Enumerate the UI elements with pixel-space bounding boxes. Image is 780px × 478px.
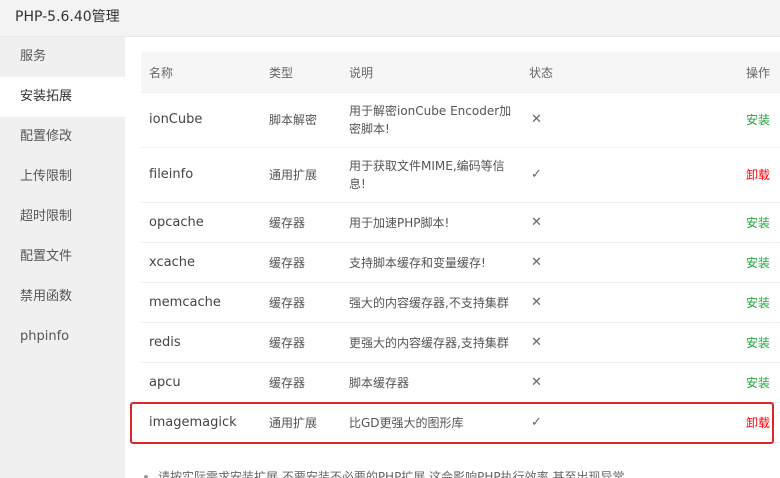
extension-type: 缓存器: [261, 282, 341, 323]
table-row: opcache 缓存器 用于加速PHP脚本! ✕ 安装: [141, 202, 780, 243]
notice-text: 请按实际需求安装扩展,不要安装不必要的PHP扩展,这会影响PHP执行效率,甚至出…: [144, 467, 774, 478]
install-button[interactable]: 安装: [746, 113, 770, 127]
sidebar-item-phpinfo[interactable]: phpinfo: [0, 317, 125, 357]
extension-name: imagemagick: [141, 402, 261, 443]
extension-name: redis: [141, 322, 261, 363]
extension-type: 脚本解密: [261, 92, 341, 148]
extension-type: 缓存器: [261, 242, 341, 283]
extension-name: fileinfo: [141, 147, 261, 203]
not-installed-icon: ✕: [521, 322, 631, 363]
extension-name: opcache: [141, 202, 261, 243]
not-installed-icon: ✕: [521, 202, 631, 243]
install-button[interactable]: 安装: [746, 216, 770, 230]
extension-description: 比GD更强大的图形库: [341, 402, 521, 443]
sidebar: 服务 安装拓展 配置修改 上传限制 超时限制 配置文件 禁用函数 phpinfo: [0, 37, 125, 478]
window-title: PHP-5.6.40管理: [15, 9, 120, 25]
table-row: apcu 缓存器 脚本缓存器 ✕ 安装: [141, 362, 780, 403]
not-installed-icon: ✕: [521, 242, 631, 283]
bullet-icon: [144, 474, 148, 478]
extension-description: 支持脚本缓存和变量缓存!: [341, 242, 521, 283]
sidebar-item-disabled-functions[interactable]: 禁用函数: [0, 277, 125, 317]
header-type: 类型: [261, 52, 341, 93]
extension-type: 缓存器: [261, 322, 341, 363]
window-titlebar: PHP-5.6.40管理: [0, 0, 780, 37]
table-row: fileinfo 通用扩展 用于获取文件MIME,编码等信息! ✓ 卸载: [141, 147, 780, 203]
sidebar-item-service[interactable]: 服务: [0, 37, 125, 77]
extensions-table: 名称 类型 说明 状态 操作 ionCube 脚本解密 用于解密ionCube …: [141, 52, 780, 443]
sidebar-item-install-extensions[interactable]: 安装拓展: [0, 77, 125, 117]
table-row: redis 缓存器 更强大的内容缓存器,支持集群 ✕ 安装: [141, 322, 780, 363]
extension-description: 用于加速PHP脚本!: [341, 202, 521, 243]
install-button[interactable]: 安装: [746, 336, 770, 350]
extension-description: 用于获取文件MIME,编码等信息!: [341, 147, 521, 203]
header-status: 状态: [521, 52, 631, 93]
extension-type: 缓存器: [261, 362, 341, 403]
installed-check-icon: ✓: [521, 147, 631, 203]
sidebar-item-config-edit[interactable]: 配置修改: [0, 117, 125, 157]
notice-message: 请按实际需求安装扩展,不要安装不必要的PHP扩展,这会影响PHP执行效率,甚至出…: [158, 470, 625, 478]
table-row: xcache 缓存器 支持脚本缓存和变量缓存! ✕ 安装: [141, 242, 780, 283]
header-action: 操作: [631, 52, 780, 93]
header-description: 说明: [341, 52, 521, 93]
not-installed-icon: ✕: [521, 92, 631, 148]
extensions-panel: 名称 类型 说明 状态 操作 ionCube 脚本解密 用于解密ionCube …: [141, 52, 780, 478]
extension-name: xcache: [141, 242, 261, 283]
extension-type: 缓存器: [261, 202, 341, 243]
table-row: ionCube 脚本解密 用于解密ionCube Encoder加密脚本! ✕ …: [141, 92, 780, 148]
extension-name: ionCube: [141, 92, 261, 148]
extension-type: 通用扩展: [261, 402, 341, 443]
uninstall-button[interactable]: 卸载: [746, 168, 770, 182]
table-row: imagemagick 通用扩展 比GD更强大的图形库 ✓ 卸载: [141, 402, 780, 443]
extension-type: 通用扩展: [261, 147, 341, 203]
install-button[interactable]: 安装: [746, 256, 770, 270]
table-header-row: 名称 类型 说明 状态 操作: [141, 52, 780, 93]
extension-description: 更强大的内容缓存器,支持集群: [341, 322, 521, 363]
sidebar-item-upload-limit[interactable]: 上传限制: [0, 157, 125, 197]
install-button[interactable]: 安装: [746, 376, 770, 390]
extension-description: 脚本缓存器: [341, 362, 521, 403]
extension-description: 强大的内容缓存器,不支持集群: [341, 282, 521, 323]
table-row: memcache 缓存器 强大的内容缓存器,不支持集群 ✕ 安装: [141, 282, 780, 323]
header-name: 名称: [141, 52, 261, 93]
extension-name: apcu: [141, 362, 261, 403]
not-installed-icon: ✕: [521, 282, 631, 323]
installed-check-icon: ✓: [521, 402, 631, 443]
sidebar-item-config-file[interactable]: 配置文件: [0, 237, 125, 277]
extension-name: memcache: [141, 282, 261, 323]
install-button[interactable]: 安装: [746, 296, 770, 310]
uninstall-button[interactable]: 卸载: [746, 416, 770, 430]
sidebar-item-timeout-limit[interactable]: 超时限制: [0, 197, 125, 237]
not-installed-icon: ✕: [521, 362, 631, 403]
extension-description: 用于解密ionCube Encoder加密脚本!: [341, 92, 521, 148]
